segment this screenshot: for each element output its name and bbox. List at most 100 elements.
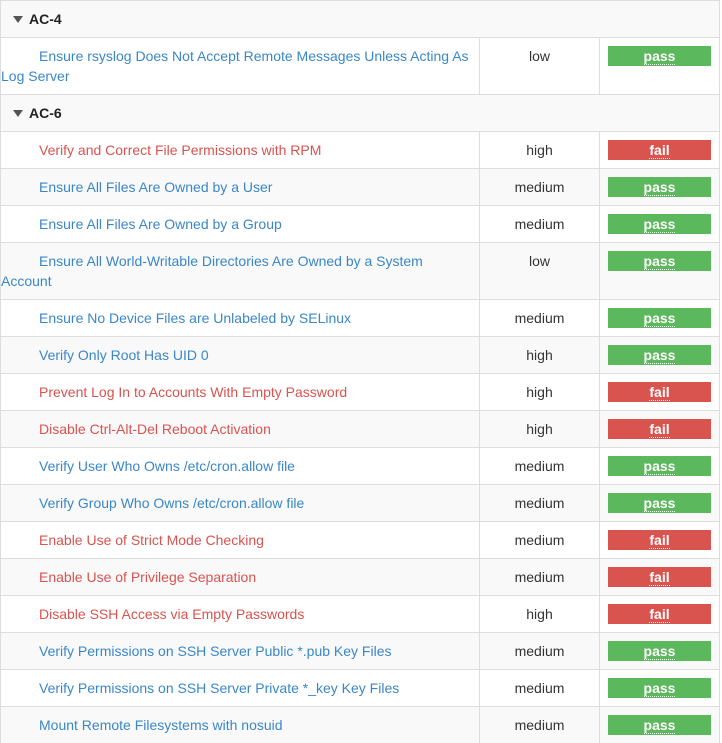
rule-row: Verify Permissions on SSH Server Private… (1, 670, 720, 707)
result-label[interactable]: pass (644, 680, 676, 697)
result-cell: pass (600, 38, 720, 95)
result-badge-pass[interactable]: pass (608, 493, 711, 513)
result-cell: pass (600, 707, 720, 743)
rule-title-link[interactable]: Mount Remote Filesystems with nosuid (1, 715, 473, 735)
result-badge-fail[interactable]: fail (608, 567, 711, 587)
caret-down-icon[interactable] (13, 110, 23, 117)
rule-title-link[interactable]: Ensure No Device Files are Unlabeled by … (1, 308, 473, 328)
severity-cell: low (480, 38, 600, 95)
result-badge-fail[interactable]: fail (608, 604, 711, 624)
result-cell: pass (600, 337, 720, 374)
rule-row: Enable Use of Strict Mode Checking medium… (1, 522, 720, 559)
rule-row: Ensure No Device Files are Unlabeled by … (1, 300, 720, 337)
result-label[interactable]: fail (649, 606, 669, 623)
result-label[interactable]: pass (644, 458, 676, 475)
severity-cell: medium (480, 448, 600, 485)
rule-row: Prevent Log In to Accounts With Empty Pa… (1, 374, 720, 411)
rule-row: Enable Use of Privilege Separation medium… (1, 559, 720, 596)
result-badge-pass[interactable]: pass (608, 308, 711, 328)
result-badge-fail[interactable]: fail (608, 140, 711, 160)
result-badge-fail[interactable]: fail (608, 382, 711, 402)
group-header-cell[interactable]: AC-4 (1, 1, 720, 38)
result-badge-pass[interactable]: pass (608, 641, 711, 661)
result-label[interactable]: pass (644, 643, 676, 660)
rule-title-cell: Verify Group Who Owns /etc/cron.allow fi… (1, 485, 480, 522)
rule-row: Ensure All Files Are Owned by a Group med… (1, 206, 720, 243)
result-label[interactable]: pass (644, 310, 676, 327)
rule-row: Ensure All World-Writable Directories Ar… (1, 243, 720, 300)
caret-down-icon[interactable] (13, 16, 23, 23)
result-label[interactable]: fail (649, 142, 669, 159)
group-header-row[interactable]: AC-6 (1, 95, 720, 132)
result-cell: pass (600, 300, 720, 337)
severity-cell: low (480, 243, 600, 300)
rule-title-cell: Verify Only Root Has UID 0 (1, 337, 480, 374)
rule-title-cell: Ensure All World-Writable Directories Ar… (1, 243, 480, 300)
rule-row: Mount Remote Filesystems with nosuidmedi… (1, 707, 720, 743)
result-cell: fail (600, 596, 720, 633)
result-cell: pass (600, 448, 720, 485)
result-cell: pass (600, 169, 720, 206)
result-badge-pass[interactable]: pass (608, 251, 711, 271)
group-name: AC-6 (29, 105, 62, 121)
result-badge-pass[interactable]: pass (608, 177, 711, 197)
rule-title-link[interactable]: Verify Only Root Has UID 0 (1, 345, 473, 365)
severity-cell: high (480, 374, 600, 411)
rule-title-link[interactable]: Ensure All Files Are Owned by a Group (1, 214, 473, 234)
severity-cell: high (480, 337, 600, 374)
rule-title-cell: Ensure All Files Are Owned by a Group (1, 206, 480, 243)
rule-row: Verify Only Root Has UID 0 high pass (1, 337, 720, 374)
rule-title-cell: Verify Permissions on SSH Server Private… (1, 670, 480, 707)
rule-title-link[interactable]: Verify Permissions on SSH Server Public … (1, 641, 473, 661)
rule-title-link[interactable]: Disable Ctrl-Alt-Del Reboot Activation (1, 419, 473, 439)
rule-title-link[interactable]: Ensure rsyslog Does Not Accept Remote Me… (1, 46, 473, 86)
severity-cell: high (480, 411, 600, 448)
rule-title-link[interactable]: Verify Group Who Owns /etc/cron.allow fi… (1, 493, 473, 513)
rule-title-link[interactable]: Ensure All Files Are Owned by a User (1, 177, 473, 197)
rule-row: Verify and Correct File Permissions with… (1, 132, 720, 169)
result-cell: pass (600, 670, 720, 707)
result-label[interactable]: fail (649, 569, 669, 586)
rule-title-link[interactable]: Verify and Correct File Permissions with… (1, 140, 473, 160)
rule-title-link[interactable]: Verify User Who Owns /etc/cron.allow fil… (1, 456, 473, 476)
result-label[interactable]: pass (644, 48, 676, 65)
result-badge-pass[interactable]: pass (608, 678, 711, 698)
rule-row: Verify Group Who Owns /etc/cron.allow fi… (1, 485, 720, 522)
severity-cell: medium (480, 522, 600, 559)
group-header-row[interactable]: AC-4 (1, 1, 720, 38)
result-badge-pass[interactable]: pass (608, 345, 711, 365)
rule-title-link[interactable]: Verify Permissions on SSH Server Private… (1, 678, 473, 698)
rule-title-link[interactable]: Enable Use of Privilege Separation (1, 567, 473, 587)
result-badge-pass[interactable]: pass (608, 214, 711, 234)
result-badge-fail[interactable]: fail (608, 530, 711, 550)
rule-title-link[interactable]: Enable Use of Strict Mode Checking (1, 530, 473, 550)
result-label[interactable]: fail (649, 532, 669, 549)
rule-title-cell: Verify Permissions on SSH Server Public … (1, 633, 480, 670)
result-label[interactable]: pass (644, 717, 676, 734)
rule-title-link[interactable]: Prevent Log In to Accounts With Empty Pa… (1, 382, 473, 402)
rule-title-link[interactable]: Disable SSH Access via Empty Passwords (1, 604, 473, 624)
result-label[interactable]: pass (644, 253, 676, 270)
result-badge-pass[interactable]: pass (608, 456, 711, 476)
result-badge-pass[interactable]: pass (608, 46, 711, 66)
result-label[interactable]: fail (649, 384, 669, 401)
group-name: AC-4 (29, 11, 62, 27)
result-label[interactable]: pass (644, 216, 676, 233)
result-label[interactable]: pass (644, 347, 676, 364)
group-header-cell[interactable]: AC-6 (1, 95, 720, 132)
rule-title-cell: Disable Ctrl-Alt-Del Reboot Activation (1, 411, 480, 448)
rule-title-cell: Ensure rsyslog Does Not Accept Remote Me… (1, 38, 480, 95)
severity-cell: high (480, 596, 600, 633)
result-label[interactable]: fail (649, 421, 669, 438)
severity-cell: medium (480, 559, 600, 596)
rule-row: Ensure rsyslog Does Not Accept Remote Me… (1, 38, 720, 95)
rule-title-cell: Verify User Who Owns /etc/cron.allow fil… (1, 448, 480, 485)
result-badge-pass[interactable]: pass (608, 715, 711, 735)
rule-title-link[interactable]: Ensure All World-Writable Directories Ar… (1, 251, 473, 291)
severity-cell: medium (480, 485, 600, 522)
result-cell: pass (600, 206, 720, 243)
result-label[interactable]: pass (644, 495, 676, 512)
result-label[interactable]: pass (644, 179, 676, 196)
result-badge-fail[interactable]: fail (608, 419, 711, 439)
severity-cell: medium (480, 206, 600, 243)
